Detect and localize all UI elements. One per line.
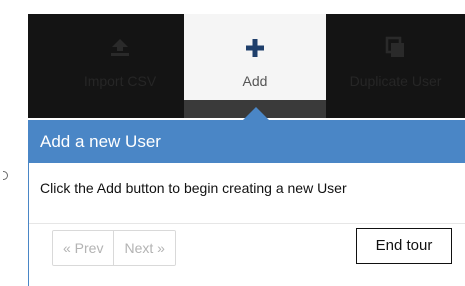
plus-icon xyxy=(184,36,326,58)
tour-title: Add a new User xyxy=(29,121,465,163)
tour-nav-group: « Prev Next » xyxy=(52,230,176,266)
import-csv-label: Import CSV xyxy=(83,73,157,89)
prev-button[interactable]: « Prev xyxy=(53,231,114,265)
end-tour-button[interactable]: End tour xyxy=(356,228,452,264)
add-button[interactable]: Add xyxy=(184,14,326,100)
next-button[interactable]: Next » xyxy=(113,231,175,265)
page-edge-marker xyxy=(3,171,8,180)
upload-icon xyxy=(56,36,184,58)
tour-body-text: Click the Add button to begin creating a… xyxy=(40,180,347,196)
duplicate-user-label: Duplicate User xyxy=(349,73,442,89)
popover-arrow xyxy=(243,107,269,120)
import-csv-button[interactable]: Import CSV xyxy=(56,14,184,118)
popover-divider xyxy=(29,223,465,224)
tour-popover: Add a new User Click the Add button to b… xyxy=(28,120,465,286)
copy-icon xyxy=(326,36,465,58)
add-label: Add xyxy=(242,73,268,89)
tour-screen: Import CSV Add Duplicate User Add a new … xyxy=(0,0,465,286)
toolbar: Import CSV Add Duplicate User xyxy=(28,14,465,118)
duplicate-user-button[interactable]: Duplicate User xyxy=(326,14,465,118)
